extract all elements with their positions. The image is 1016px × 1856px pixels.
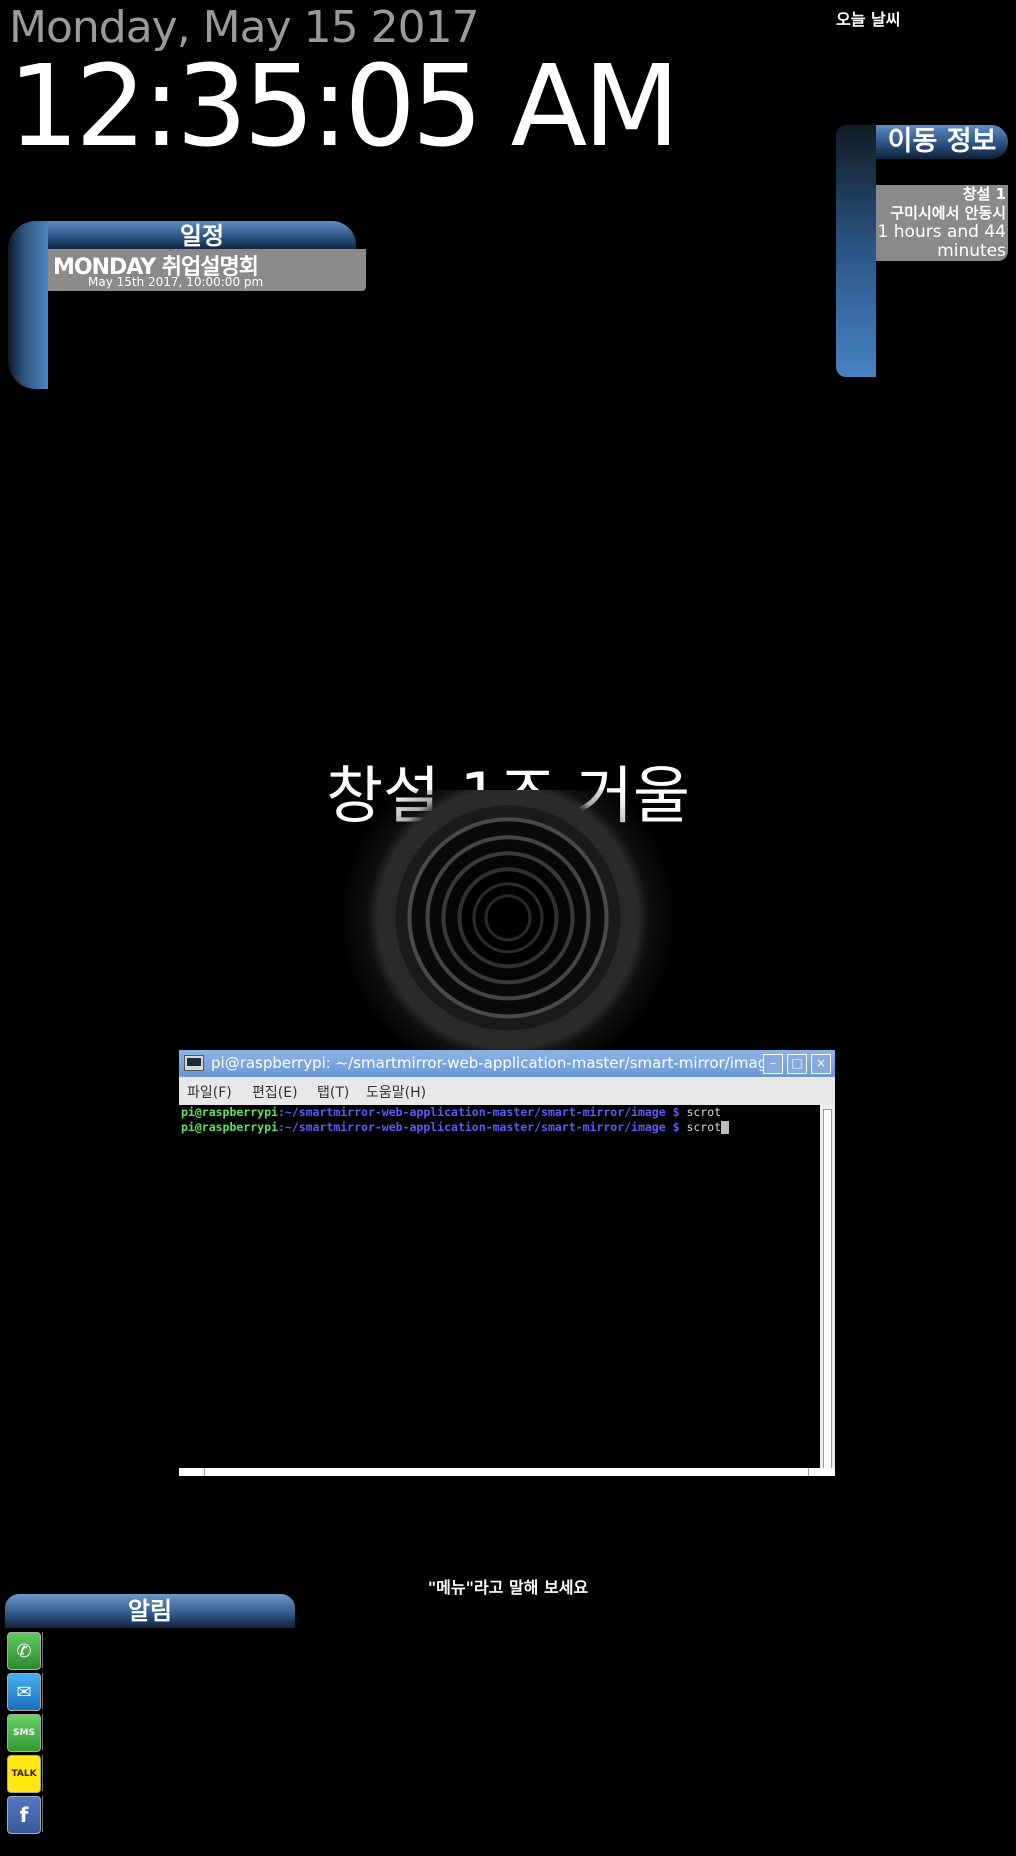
traffic-description: 구미시에서 안동시 bbox=[890, 204, 1006, 222]
terminal-menubar: 파일(F) 편집(E) 탭(T) 도움말(H) bbox=[179, 1077, 835, 1105]
sms-icon[interactable]: SMS bbox=[7, 1714, 41, 1752]
time-display: 12:35:05 AM bbox=[8, 42, 680, 172]
weather-title: 오늘 날씨 bbox=[836, 10, 901, 29]
schedule-side-bar bbox=[8, 221, 48, 389]
terminal-output[interactable]: pi@raspberrypi:~/smartmirror-web-applica… bbox=[179, 1105, 820, 1476]
menu-edit[interactable]: 편집(E) bbox=[252, 1082, 298, 1102]
divider bbox=[42, 1673, 43, 1709]
terminal-line: pi@raspberrypi:~/smartmirror-web-applica… bbox=[179, 1105, 820, 1120]
command-text: scrot bbox=[679, 1105, 722, 1119]
scrollbar-thumb[interactable] bbox=[823, 1109, 832, 1469]
divider bbox=[42, 1796, 43, 1832]
kakaotalk-icon[interactable]: TALK bbox=[7, 1755, 41, 1793]
traffic-duration-unit: minutes bbox=[937, 241, 1006, 261]
terminal-line: pi@raspberrypi:~/smartmirror-web-applica… bbox=[179, 1120, 820, 1135]
divider bbox=[42, 1714, 43, 1750]
divider bbox=[42, 1632, 43, 1668]
schedule-panel: 일정 MONDAY 취업설명회 May 15th 2017, 10:00:00 … bbox=[8, 221, 368, 391]
whatsapp-icon[interactable]: ✆ bbox=[7, 1632, 41, 1670]
schedule-item: MONDAY 취업설명회 May 15th 2017, 10:00:00 pm bbox=[48, 249, 366, 291]
terminal-title: pi@raspberrypi: ~/smartmirror-web-applic… bbox=[211, 1054, 777, 1072]
minimize-button[interactable]: – bbox=[763, 1054, 783, 1074]
terminal-window[interactable]: pi@raspberrypi: ~/smartmirror-web-applic… bbox=[179, 1050, 835, 1476]
traffic-title: 이동 정보 bbox=[876, 125, 1008, 159]
traffic-duration: 1 hours and 44 bbox=[877, 222, 1006, 242]
mail-icon[interactable]: ✉ bbox=[7, 1673, 41, 1711]
prompt-path: :~/smartmirror-web-application-master/sm… bbox=[277, 1120, 680, 1134]
menu-file[interactable]: 파일(F) bbox=[187, 1082, 232, 1102]
terminal-app-icon bbox=[184, 1055, 204, 1071]
menu-tabs[interactable]: 탭(T) bbox=[317, 1082, 349, 1102]
divider bbox=[42, 1755, 43, 1791]
traffic-card: 창설 1 구미시에서 안동시 1 hours and 44 minutes bbox=[876, 185, 1008, 261]
command-text: scrot bbox=[679, 1120, 722, 1134]
terminal-statusbar bbox=[179, 1468, 835, 1476]
schedule-title: 일정 bbox=[48, 221, 356, 251]
traffic-panel: 이동 정보 창설 1 구미시에서 안동시 1 hours and 44 minu… bbox=[836, 125, 1008, 377]
notifications-title: 알림 bbox=[5, 1594, 295, 1628]
text-cursor bbox=[721, 1121, 730, 1134]
prompt-user: pi@raspberrypi bbox=[181, 1105, 278, 1119]
terminal-scrollbar[interactable] bbox=[820, 1105, 835, 1476]
voice-listening-orb bbox=[340, 790, 676, 1062]
close-button[interactable]: × bbox=[811, 1054, 831, 1074]
traffic-route: 창설 1 bbox=[962, 185, 1006, 203]
facebook-icon[interactable]: f bbox=[7, 1796, 41, 1834]
prompt-path: :~/smartmirror-web-application-master/sm… bbox=[277, 1105, 680, 1119]
terminal-titlebar[interactable]: pi@raspberrypi: ~/smartmirror-web-applic… bbox=[179, 1050, 835, 1077]
menu-help[interactable]: 도움말(H) bbox=[366, 1082, 426, 1102]
traffic-side-bar bbox=[836, 125, 876, 377]
schedule-event-time: May 15th 2017, 10:00:00 pm bbox=[88, 275, 264, 289]
maximize-button[interactable]: □ bbox=[787, 1054, 807, 1074]
prompt-user: pi@raspberrypi bbox=[181, 1120, 278, 1134]
